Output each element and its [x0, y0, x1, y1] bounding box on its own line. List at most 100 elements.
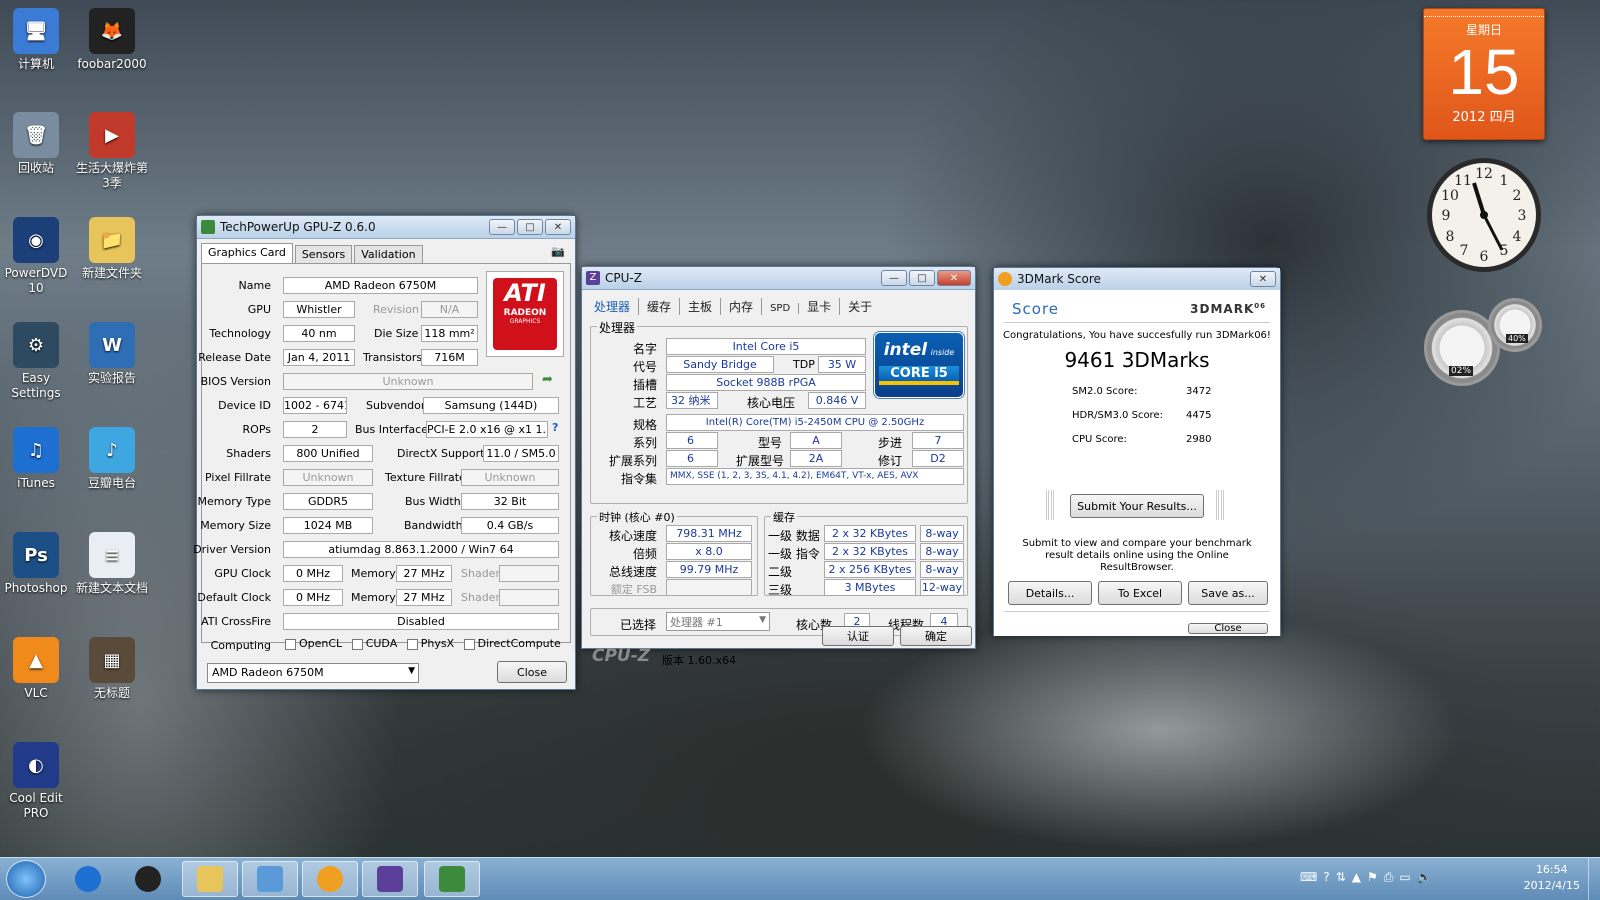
physx-checkbox[interactable] [406, 638, 418, 650]
to-excel-button[interactable]: To Excel [1098, 581, 1182, 605]
svg-text:12: 12 [1475, 166, 1493, 182]
printer-icon[interactable]: ⎙ [1384, 870, 1400, 884]
maximize-button[interactable]: □ [517, 219, 543, 235]
minimize-button[interactable]: — [881, 270, 907, 286]
maximize-button[interactable]: □ [909, 270, 935, 286]
desktop-icon[interactable]: ▲ VLC [0, 637, 72, 701]
release-date-label: Release Date [198, 351, 271, 364]
radeon-logo-text: RADEON [503, 308, 547, 318]
memory-percent: 40% [1506, 334, 1528, 343]
save-as-button[interactable]: Save as... [1188, 581, 1268, 605]
show-desktop-button[interactable] [1588, 858, 1600, 900]
tab-about[interactable]: 关于 [840, 298, 880, 315]
bus-help-icon[interactable]: ? [552, 421, 558, 434]
cpuz-window[interactable]: Z CPU-Z — □ ✕ 处理器 缓存 主板 内存 SPD 显卡 关于 处理器 intel i… [581, 266, 976, 667]
tab-cache[interactable]: 缓存 [639, 298, 681, 315]
desktop-icon[interactable]: ▦ 无标题 [76, 637, 148, 701]
clocks-group-title: 时钟 (核心 #0) [597, 509, 677, 525]
cpuz-taskbar-icon [377, 866, 403, 892]
3dmark-close-button[interactable]: Close [1188, 623, 1268, 634]
tab-validation[interactable]: Validation [354, 245, 423, 263]
clock-gadget[interactable]: 12369 1245 781011 [1424, 155, 1544, 275]
help-icon[interactable]: ? [1323, 870, 1335, 884]
rops-label: ROPs [242, 423, 271, 436]
ok-button[interactable]: 确定 [900, 626, 972, 646]
flag-icon[interactable]: ⚑ [1367, 870, 1384, 884]
network-icon[interactable]: ⇅ [1336, 870, 1352, 884]
cpuz-body: 处理器 缓存 主板 内存 SPD 显卡 关于 处理器 intel inside CORE i… [582, 289, 975, 667]
taskbar-gpuz[interactable] [242, 861, 298, 897]
close-window-button[interactable]: ✕ [545, 219, 571, 235]
desktop-icon[interactable]: Ps Photoshop [0, 532, 72, 596]
desktop-icon[interactable]: ♫ iTunes [0, 427, 72, 491]
desktop-icon-label: 计算机 [17, 57, 54, 71]
cpuz-titlebar[interactable]: Z CPU-Z — □ ✕ [582, 267, 975, 289]
3dmark-window[interactable]: 3DMark Score ✕ Score 3DMARK06 Congratula… [993, 267, 1281, 636]
instructions-label: 指令集 [620, 472, 657, 486]
gpuz-body: Graphics Card Sensors Validation 📷 ATI R… [193, 238, 575, 689]
save-bios-icon[interactable]: ➦ [542, 372, 553, 387]
keyboard-icon[interactable]: ⌨ [1300, 870, 1323, 884]
taskbar-qq[interactable] [120, 861, 176, 897]
gpuz-titlebar[interactable]: TechPowerUp GPU-Z 0.6.0 — □ ✕ [197, 216, 575, 238]
tray-expand-icon[interactable]: ▲ [1352, 870, 1367, 884]
tab-mainboard[interactable]: 主板 [680, 298, 722, 315]
clock-area[interactable]: 16:54 2012/4/15 [1524, 862, 1580, 894]
desktop-icon[interactable]: 🦊 foobar2000 [76, 8, 148, 72]
tab-graphics-card[interactable]: Graphics Card [201, 243, 293, 263]
default-memory-label: Memory [351, 591, 396, 604]
start-button[interactable] [6, 860, 46, 898]
close-window-button[interactable]: ✕ [937, 270, 971, 286]
validate-button[interactable]: 认证 [822, 626, 894, 646]
volume-icon[interactable]: 🔈 [1417, 870, 1438, 884]
calendar-gadget[interactable]: 星期日 15 2012 四月 [1423, 8, 1545, 140]
desktop-icon[interactable]: ♪ 豆瓣电台 [76, 427, 148, 491]
submit-results-button[interactable]: Submit Your Results... [1070, 494, 1204, 518]
desktop-icon[interactable]: ▶ 生活大爆炸第3季 [76, 112, 148, 191]
taskbar-cpuz[interactable] [362, 861, 418, 897]
cache-level-label: 三级 [768, 583, 793, 597]
cache-size-value: 2 x 256 KBytes [824, 561, 916, 578]
cuda-checkbox[interactable] [351, 638, 363, 650]
tab-graphics[interactable]: 显卡 [799, 298, 841, 315]
desktop-icon[interactable]: W 实验报告 [76, 322, 148, 386]
gpu-shader-value [499, 565, 559, 582]
taskbar-explorer[interactable] [182, 861, 238, 897]
desktop-icon[interactable]: ⚙ Easy Settings [0, 322, 72, 401]
gpu-select[interactable]: AMD Radeon 6750M ▼ [207, 663, 419, 683]
desktop-icon[interactable]: 🖥 计算机 [0, 8, 72, 72]
3dmark-title: 3DMark Score [1017, 272, 1101, 286]
gpuz-taskbar-icon [257, 866, 283, 892]
desktop-icon[interactable]: 🗑 回收站 [0, 112, 72, 176]
directcompute-checkbox[interactable] [463, 638, 475, 650]
tab-spd[interactable]: SPD [762, 303, 800, 314]
minimize-button[interactable]: — [489, 219, 515, 235]
processor-select[interactable]: 处理器 #1 ▼ [666, 612, 770, 631]
desktop-icon[interactable]: ◉ PowerDVD 10 [0, 217, 72, 296]
ati-radeon-logo: ATI RADEON GRAPHICS [486, 271, 564, 357]
gpuz-window[interactable]: TechPowerUp GPU-Z 0.6.0 — □ ✕ Graphics Car… [193, 215, 576, 690]
camera-icon[interactable]: 📷 [551, 245, 565, 258]
tab-memory[interactable]: 内存 [721, 298, 763, 315]
desktop-icon[interactable]: ≡ 新建文本文档 [76, 532, 148, 596]
bandwidth-label: Bandwidth [404, 519, 463, 532]
opencl-checkbox[interactable] [285, 638, 296, 650]
default-clock-value: 0 MHz [283, 589, 343, 606]
technology-label: 工艺 [632, 396, 657, 410]
desktop-icon[interactable]: ◐ Cool Edit PRO [0, 742, 72, 821]
display-icon[interactable]: ▭ [1399, 870, 1416, 884]
tab-processor[interactable]: 处理器 [586, 298, 640, 315]
taskbar-ie[interactable] [60, 861, 116, 897]
close-window-button[interactable]: ✕ [1250, 271, 1276, 287]
taskbar-gpuz-2[interactable] [424, 861, 480, 897]
details-button[interactable]: Details... [1008, 581, 1092, 605]
3dmark-titlebar[interactable]: 3DMark Score ✕ [994, 268, 1280, 290]
bus-interface-value: PCI-E 2.0 x16 @ x1 1.1 [426, 421, 548, 438]
cache-size-value: 2 x 32 KBytes [824, 543, 916, 560]
bus-interface-label: Bus Interface [355, 423, 428, 436]
taskbar-3dmark[interactable] [302, 861, 358, 897]
gpuz-close-button[interactable]: Close [497, 661, 567, 683]
tab-sensors[interactable]: Sensors [294, 245, 353, 263]
desktop-icon[interactable]: 📁 新建文件夹 [76, 217, 148, 281]
cpu-meter-gadget[interactable]: 02% 40% [1424, 298, 1544, 388]
